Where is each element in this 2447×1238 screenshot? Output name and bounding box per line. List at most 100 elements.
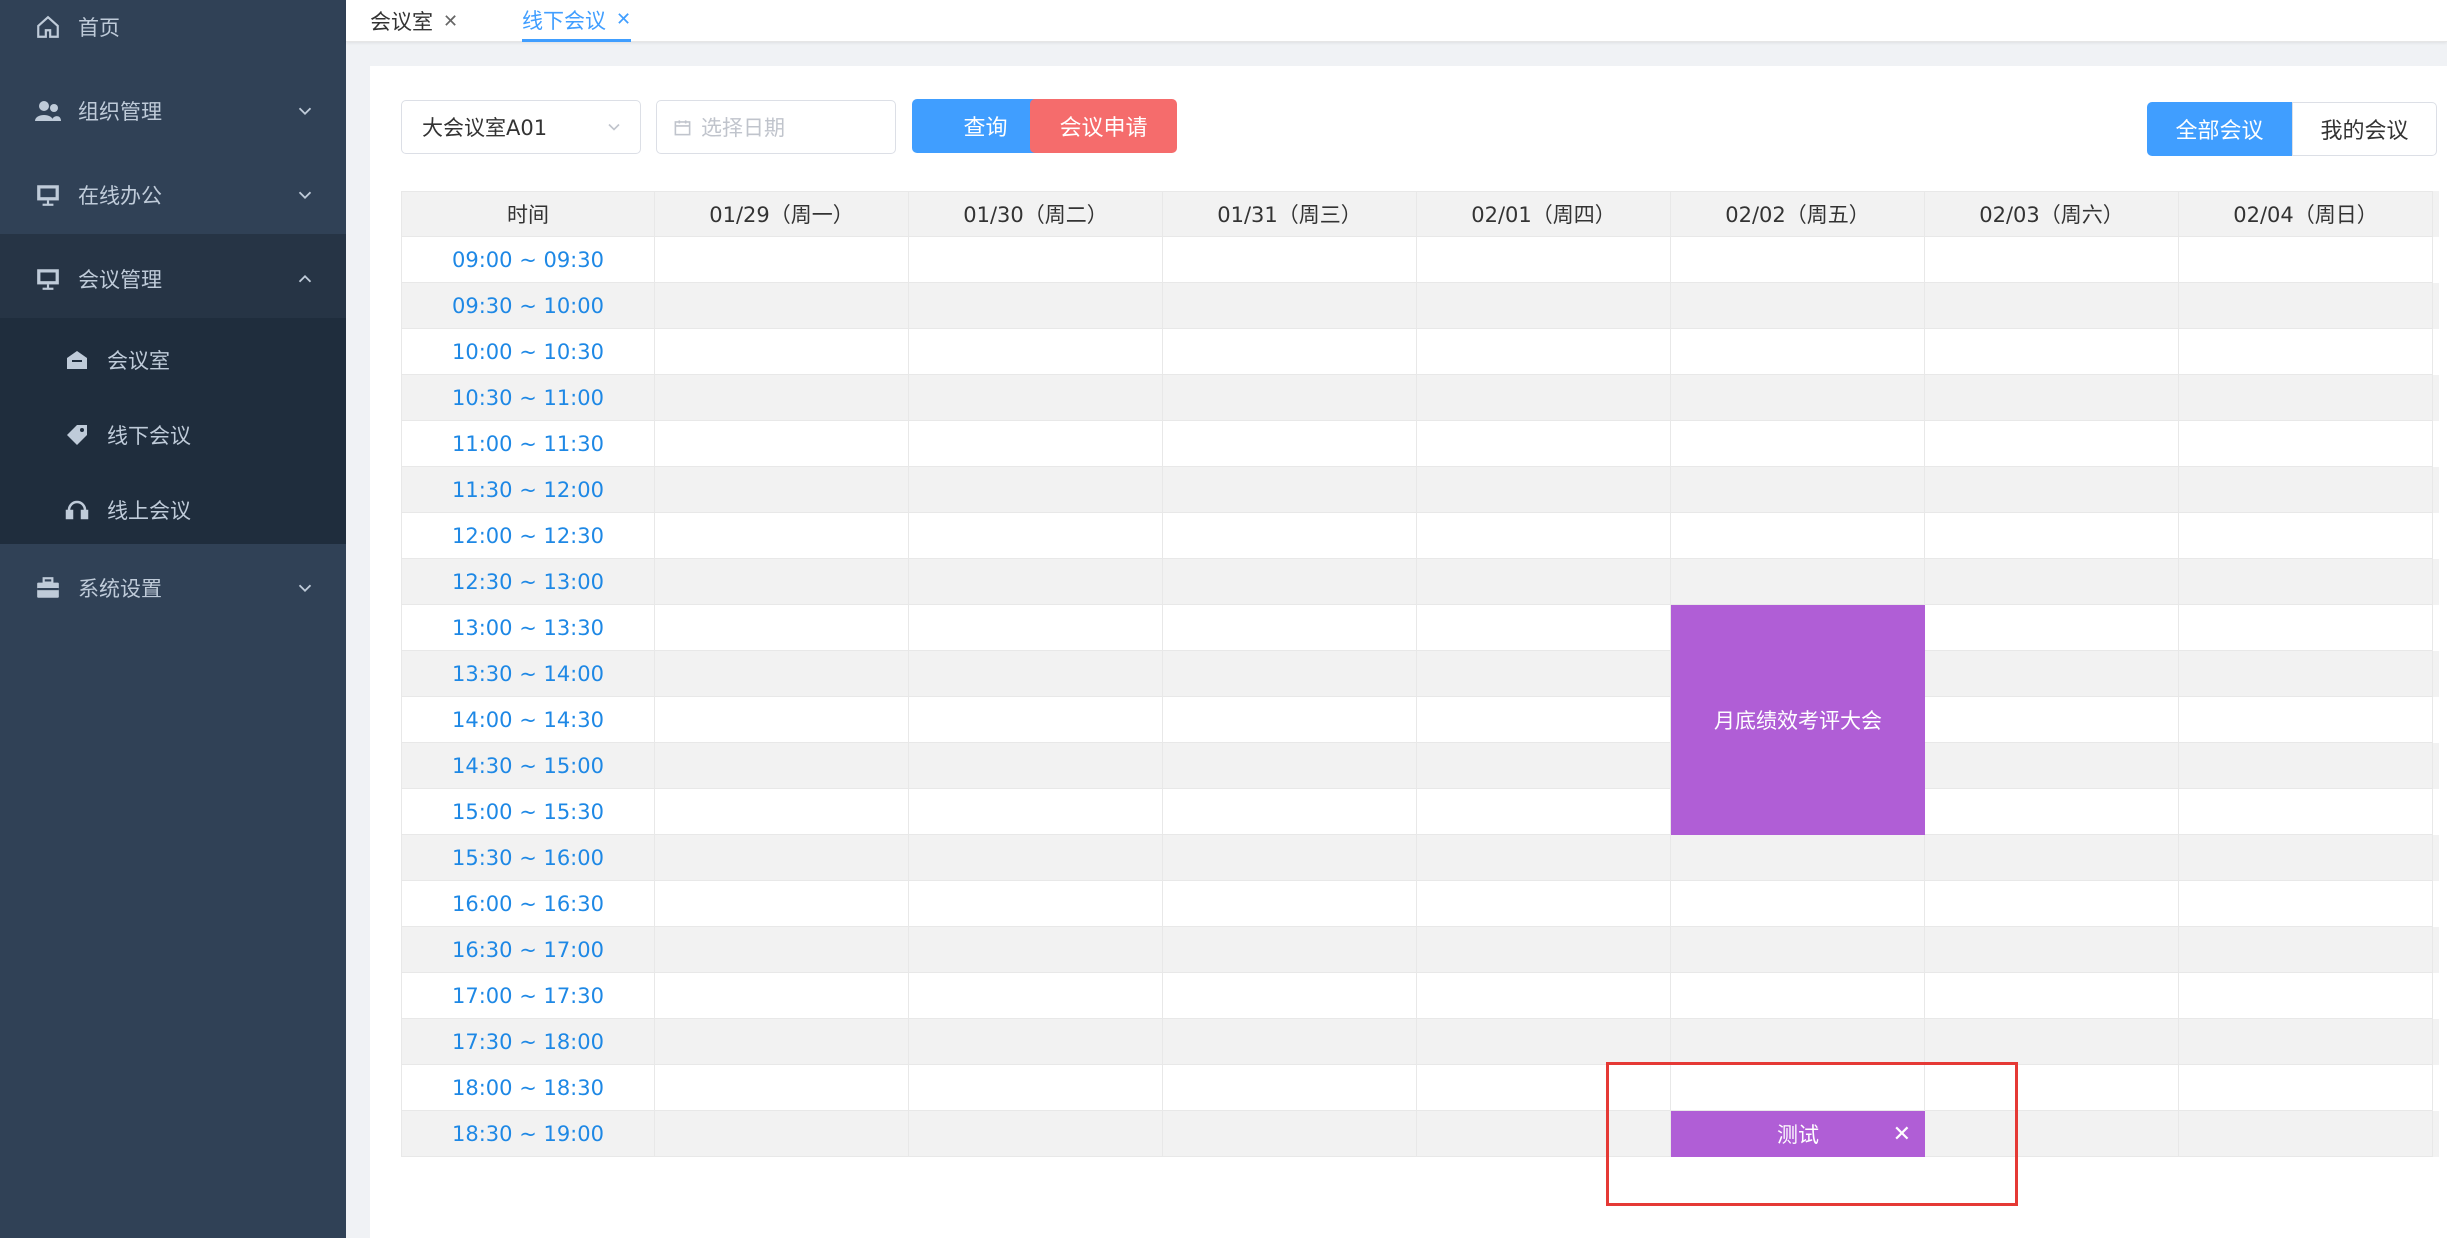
schedule-slot[interactable] (1671, 237, 1925, 283)
schedule-slot[interactable] (2179, 881, 2433, 927)
schedule-slot[interactable] (1925, 789, 2179, 835)
schedule-slot[interactable] (2179, 375, 2433, 421)
schedule-slot[interactable] (655, 973, 909, 1019)
schedule-slot[interactable] (1925, 651, 2179, 697)
my-meetings-toggle[interactable]: 我的会议 (2292, 102, 2437, 156)
sidebar-item-offline-meeting[interactable]: 线下会议 (0, 397, 346, 472)
schedule-slot[interactable] (2179, 835, 2433, 881)
schedule-slot[interactable] (909, 1111, 1163, 1157)
schedule-slot[interactable] (1925, 605, 2179, 651)
schedule-slot[interactable] (655, 651, 909, 697)
schedule-slot[interactable] (1417, 881, 1671, 927)
schedule-slot[interactable] (909, 927, 1163, 973)
schedule-slot[interactable] (1163, 835, 1417, 881)
schedule-slot[interactable] (2179, 651, 2433, 697)
schedule-slot[interactable] (655, 421, 909, 467)
schedule-slot[interactable] (909, 651, 1163, 697)
schedule-slot[interactable] (909, 283, 1163, 329)
schedule-slot[interactable] (2179, 283, 2433, 329)
schedule-slot[interactable] (1417, 835, 1671, 881)
schedule-slot[interactable] (1925, 283, 2179, 329)
schedule-slot[interactable] (655, 559, 909, 605)
sidebar-item-meeting[interactable]: 会议管理 (0, 237, 346, 321)
close-icon[interactable]: ✕ (616, 9, 631, 30)
schedule-slot[interactable] (1163, 1019, 1417, 1065)
schedule-slot[interactable] (1671, 881, 1925, 927)
schedule-slot[interactable] (1671, 513, 1925, 559)
schedule-slot[interactable] (909, 697, 1163, 743)
schedule-slot[interactable] (1671, 1019, 1925, 1065)
schedule-slot[interactable] (1925, 559, 2179, 605)
schedule-slot[interactable] (655, 605, 909, 651)
schedule-slot[interactable] (1671, 375, 1925, 421)
schedule-slot[interactable] (1163, 651, 1417, 697)
schedule-slot[interactable] (2179, 329, 2433, 375)
schedule-slot[interactable] (1163, 605, 1417, 651)
schedule-slot[interactable] (1163, 467, 1417, 513)
tab-meeting-room[interactable]: 会议室 ✕ (370, 0, 458, 42)
schedule-slot[interactable] (1163, 513, 1417, 559)
schedule-slot[interactable] (2179, 605, 2433, 651)
schedule-slot[interactable] (2179, 789, 2433, 835)
schedule-slot[interactable] (1925, 927, 2179, 973)
schedule-slot[interactable] (909, 605, 1163, 651)
schedule-slot[interactable] (909, 1019, 1163, 1065)
schedule-slot[interactable] (1671, 559, 1925, 605)
schedule-slot[interactable] (1417, 651, 1671, 697)
schedule-slot[interactable] (1163, 789, 1417, 835)
schedule-slot[interactable] (1925, 375, 2179, 421)
sidebar-item-office[interactable]: 在线办公 (0, 153, 346, 237)
schedule-slot[interactable] (655, 329, 909, 375)
tab-offline-meeting[interactable]: 线下会议 ✕ (522, 0, 632, 42)
schedule-slot[interactable] (1925, 743, 2179, 789)
schedule-slot[interactable] (1925, 1019, 2179, 1065)
schedule-slot[interactable] (909, 513, 1163, 559)
all-meetings-toggle[interactable]: 全部会议 (2147, 102, 2292, 156)
schedule-slot[interactable] (1417, 329, 1671, 375)
schedule-slot[interactable] (1925, 881, 2179, 927)
schedule-slot[interactable] (1417, 697, 1671, 743)
schedule-slot[interactable] (909, 973, 1163, 1019)
schedule-slot[interactable] (1671, 467, 1925, 513)
schedule-slot[interactable] (909, 789, 1163, 835)
schedule-slot[interactable] (1671, 835, 1925, 881)
schedule-slot[interactable] (1671, 329, 1925, 375)
schedule-slot[interactable] (655, 283, 909, 329)
schedule-slot[interactable] (909, 1065, 1163, 1111)
schedule-slot[interactable] (655, 789, 909, 835)
schedule-slot[interactable] (655, 881, 909, 927)
sidebar-item-settings[interactable]: 系统设置 (0, 546, 346, 630)
schedule-slot[interactable] (1163, 881, 1417, 927)
meeting-event[interactable]: 月底绩效考评大会 (1671, 605, 1925, 835)
schedule-slot[interactable] (1417, 743, 1671, 789)
schedule-slot[interactable] (1417, 237, 1671, 283)
schedule-slot[interactable] (2179, 927, 2433, 973)
sidebar-item-rooms[interactable]: 会议室 (0, 322, 346, 397)
schedule-slot[interactable] (1417, 973, 1671, 1019)
room-select[interactable]: 大会议室A01 (401, 100, 641, 154)
schedule-slot[interactable] (909, 375, 1163, 421)
schedule-slot[interactable] (1163, 973, 1417, 1019)
schedule-slot[interactable] (1925, 835, 2179, 881)
schedule-slot[interactable] (909, 881, 1163, 927)
schedule-slot[interactable] (909, 559, 1163, 605)
schedule-slot[interactable] (1163, 1111, 1417, 1157)
schedule-slot[interactable] (2179, 697, 2433, 743)
apply-meeting-button[interactable]: 会议申请 (1030, 99, 1177, 153)
schedule-slot[interactable] (1671, 421, 1925, 467)
schedule-slot[interactable] (655, 467, 909, 513)
schedule-slot[interactable] (2179, 513, 2433, 559)
schedule-slot[interactable] (2179, 1019, 2433, 1065)
schedule-slot[interactable] (1925, 697, 2179, 743)
schedule-slot[interactable] (2179, 559, 2433, 605)
schedule-slot[interactable] (1417, 789, 1671, 835)
schedule-slot[interactable] (1163, 559, 1417, 605)
schedule-slot[interactable] (655, 513, 909, 559)
schedule-slot[interactable] (655, 1111, 909, 1157)
schedule-slot[interactable] (1671, 973, 1925, 1019)
schedule-slot[interactable] (909, 743, 1163, 789)
schedule-slot[interactable] (1417, 559, 1671, 605)
close-icon[interactable]: ✕ (443, 11, 458, 32)
schedule-slot[interactable] (1417, 927, 1671, 973)
schedule-slot[interactable] (1163, 697, 1417, 743)
